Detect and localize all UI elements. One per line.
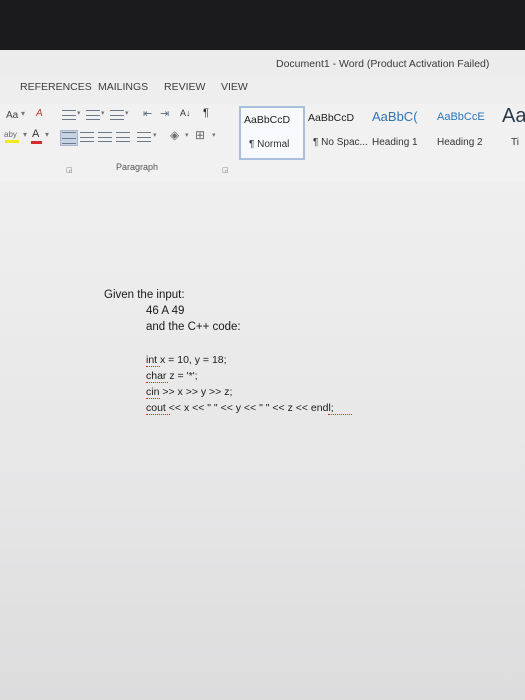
- show-marks-icon[interactable]: ¶: [203, 107, 209, 119]
- increase-indent-icon[interactable]: ⇥: [160, 107, 169, 120]
- style-heading-2[interactable]: AaBbCcE Heading 2: [434, 106, 496, 156]
- document-line: and the C++ code:: [146, 321, 241, 333]
- style-name: Ti: [511, 137, 519, 148]
- style-name: ¶ No Spac...: [313, 137, 368, 148]
- decrease-indent-icon[interactable]: ⇤: [143, 107, 152, 120]
- chevron-down-icon: ▾: [21, 109, 26, 118]
- shading-icon[interactable]: ◈: [170, 128, 179, 142]
- style-name: Heading 1: [372, 137, 418, 148]
- paragraph-group-label: Paragraph: [116, 162, 159, 172]
- align-right-icon[interactable]: [98, 132, 112, 142]
- chevron-down-icon: ▾: [45, 130, 50, 139]
- style-name: ¶ Normal: [249, 139, 290, 150]
- line-spacing-icon[interactable]: [137, 132, 151, 142]
- tab-review[interactable]: REVIEW: [164, 81, 205, 93]
- window-title: Document1 - Word (Product Activation Fai…: [276, 58, 490, 70]
- style-sample: Aa: [502, 105, 525, 127]
- spelling-underline: [328, 414, 352, 415]
- style-sample: AaBbCcE: [437, 111, 485, 123]
- style-sample: AaBbC(: [372, 109, 418, 124]
- document-line: 46 A 49: [146, 305, 185, 317]
- chevron-down-icon: ▾: [101, 110, 105, 117]
- title-bar: Document1 - Word (Product Activation Fai…: [0, 50, 525, 76]
- numbering-icon[interactable]: [86, 110, 100, 120]
- document-line: Given the input:: [104, 289, 185, 301]
- font-color-button[interactable]: A: [32, 128, 39, 140]
- borders-icon[interactable]: ⊞: [195, 128, 205, 142]
- style-no-spacing[interactable]: AaBbCcD ¶ No Spac...: [305, 106, 368, 156]
- chevron-down-icon: ▾: [185, 132, 189, 139]
- code-line: cout << x << " " << y << " " << z << end…: [146, 402, 334, 414]
- spelling-underline: [146, 414, 170, 415]
- sort-icon[interactable]: A↓: [180, 108, 191, 118]
- tab-mailings[interactable]: MAILINGS: [98, 81, 148, 93]
- bullets-icon[interactable]: [62, 110, 76, 120]
- document-page[interactable]: Given the input: 46 A 49 and the C++ cod…: [0, 182, 525, 700]
- font-color-swatch: [31, 141, 42, 144]
- code-line: cin >> x >> y >> z;: [146, 386, 233, 398]
- style-normal[interactable]: AaBbCcD ¶ Normal: [239, 106, 305, 160]
- multilevel-list-icon[interactable]: [110, 110, 124, 120]
- style-sample: AaBbCcD: [244, 114, 291, 126]
- clear-formatting-icon[interactable]: A: [36, 108, 43, 119]
- chevron-down-icon: ▾: [125, 110, 129, 117]
- highlight-color-swatch: [5, 140, 19, 143]
- word-window: Document1 - Word (Product Activation Fai…: [0, 50, 525, 700]
- spelling-underline: [146, 398, 160, 399]
- tab-view[interactable]: VIEW: [221, 81, 248, 93]
- style-sample: AaBbCcD: [308, 112, 355, 124]
- change-case-button[interactable]: Aa: [6, 110, 18, 121]
- chevron-down-icon: ▾: [153, 132, 157, 139]
- highlight-color-button[interactable]: aby: [4, 130, 17, 139]
- ribbon: Aa ▾ A aby ▾ A ▾ ▾ ▾ ▾ ⇤ ⇥ A↓ ¶ ▾ ◈ ▾ ⊞ …: [0, 104, 525, 183]
- spelling-underline: [146, 382, 168, 383]
- ribbon-tabs: REFERENCES MAILINGS REVIEW VIEW: [0, 76, 525, 104]
- align-left-icon[interactable]: [60, 130, 78, 146]
- style-heading-1[interactable]: AaBbC( Heading 1: [369, 106, 431, 156]
- chevron-down-icon: ▾: [77, 110, 81, 117]
- justify-icon[interactable]: [116, 132, 130, 142]
- font-dialog-launcher-icon[interactable]: ◲: [66, 166, 73, 174]
- code-line: int x = 10, y = 18;: [146, 354, 227, 366]
- chevron-down-icon: ▾: [212, 132, 216, 139]
- code-line: char z = '*';: [146, 370, 198, 382]
- style-name: Heading 2: [437, 137, 483, 148]
- spelling-underline: [146, 366, 160, 367]
- align-center-icon[interactable]: [80, 132, 94, 142]
- style-title[interactable]: Aa Ti: [499, 105, 525, 156]
- tab-references[interactable]: REFERENCES: [20, 81, 92, 93]
- chevron-down-icon: ▾: [23, 130, 28, 139]
- paragraph-dialog-launcher-icon[interactable]: ◲: [222, 166, 229, 174]
